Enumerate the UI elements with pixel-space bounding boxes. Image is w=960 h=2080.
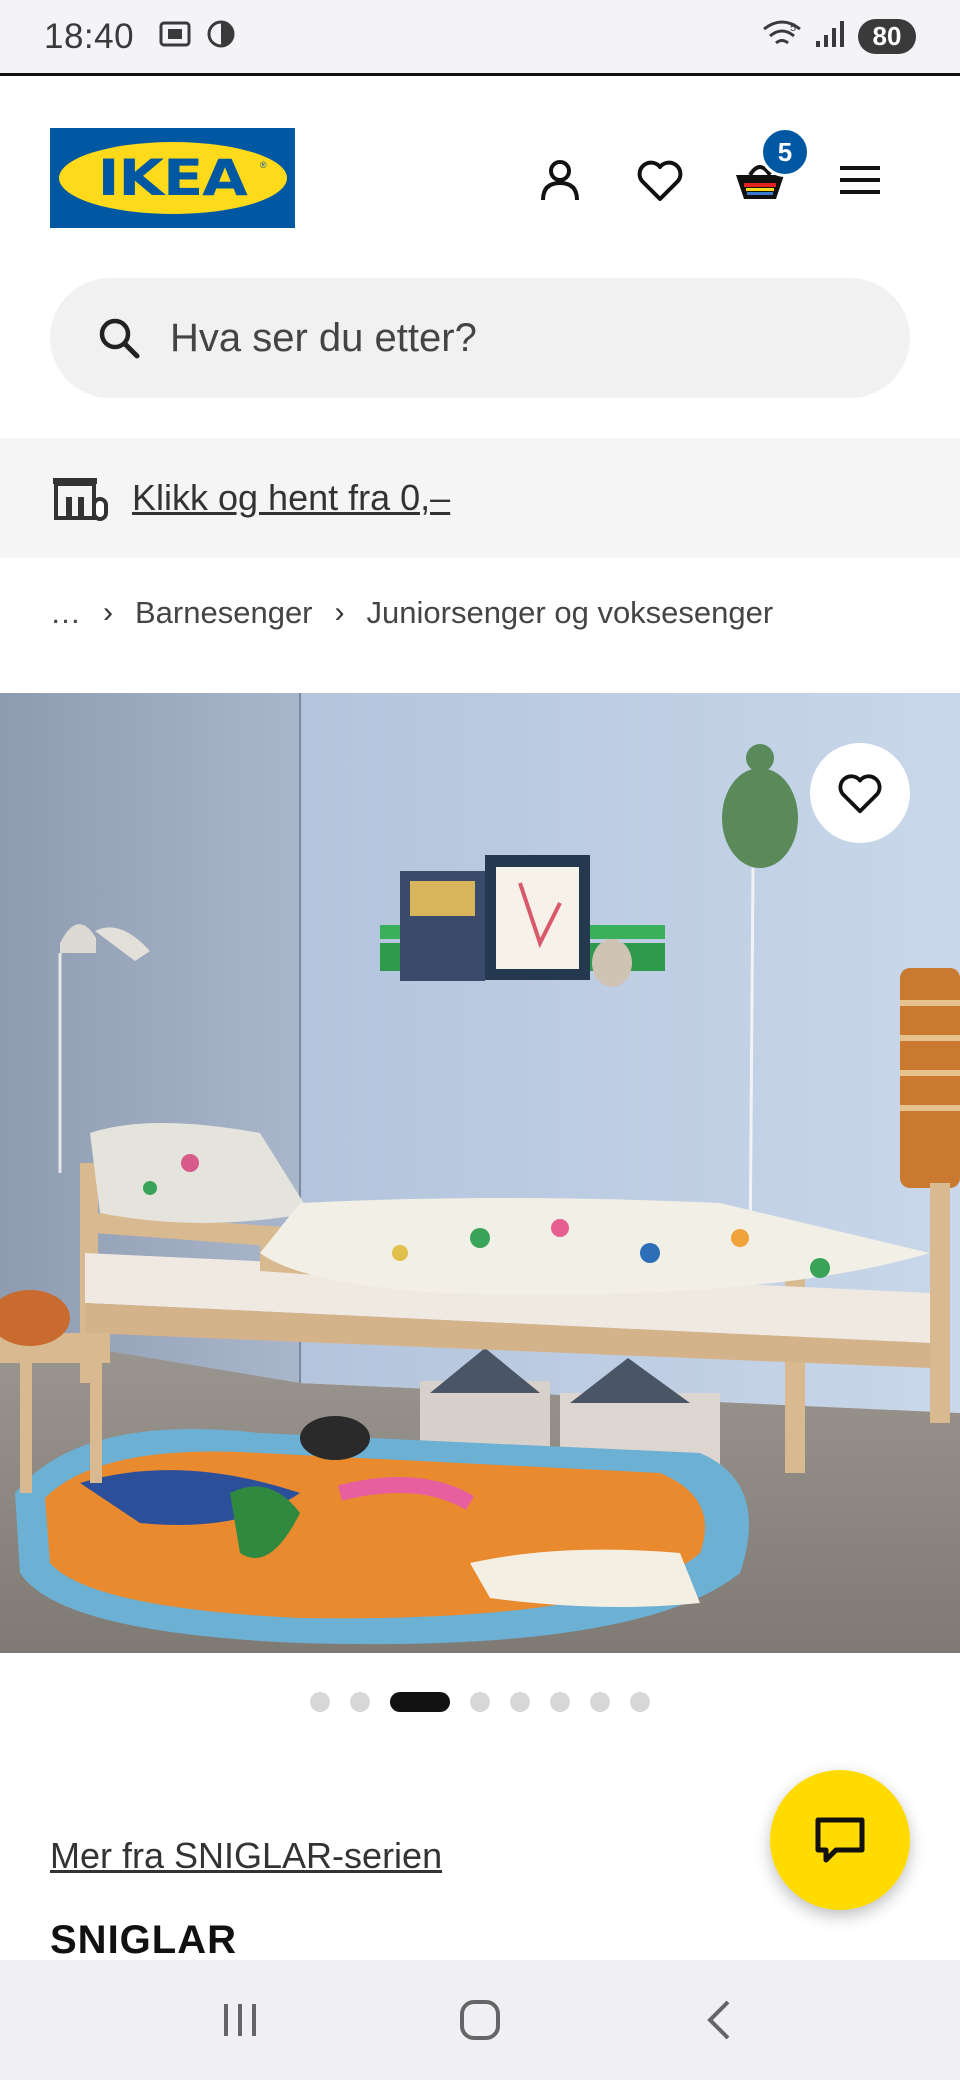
search-icon xyxy=(99,318,140,359)
chat-button[interactable] xyxy=(770,1770,910,1910)
menu-button[interactable] xyxy=(830,150,890,210)
search-placeholder: Hva ser du etter? xyxy=(170,315,477,360)
breadcrumb-item-juniorsenger[interactable]: Juniorsenger og voksesenger xyxy=(367,595,774,631)
carousel-dot[interactable] xyxy=(310,1692,330,1712)
system-nav-bar xyxy=(0,1960,960,2080)
account-button[interactable] xyxy=(530,150,590,210)
carousel-dot[interactable] xyxy=(550,1692,570,1712)
carousel-dot[interactable] xyxy=(630,1692,650,1712)
product-title: SNIGLAR xyxy=(50,1918,237,1962)
home-icon xyxy=(460,2000,500,2040)
chat-icon xyxy=(815,1817,865,1863)
breadcrumb-item-barnesenger[interactable]: Barnesenger xyxy=(135,595,313,631)
carousel-dot[interactable] xyxy=(470,1692,490,1712)
series-link[interactable]: Mer fra SNIGLAR-serien xyxy=(50,1835,442,1877)
click-collect-link[interactable]: Klikk og hent fra 0,– xyxy=(132,477,450,519)
site-header: IKEA ® xyxy=(0,79,960,269)
screenshot-icon xyxy=(158,17,192,56)
status-time: 18:40 xyxy=(44,16,135,56)
product-image[interactable] xyxy=(0,693,960,1653)
click-collect-banner: Klikk og hent fra 0,– xyxy=(0,438,960,558)
wishlist-button[interactable] xyxy=(630,150,690,210)
search-input[interactable]: Hva ser du etter? xyxy=(50,278,910,398)
carousel-dot[interactable] xyxy=(510,1692,530,1712)
status-left-icons xyxy=(158,17,236,56)
wifi-icon: 5 xyxy=(760,17,804,56)
recent-apps-button[interactable] xyxy=(200,1980,280,2060)
breadcrumb-ellipsis[interactable]: … xyxy=(50,595,81,631)
status-bar: 18:40 5 80 xyxy=(0,0,960,76)
save-to-favorites-button[interactable] xyxy=(810,743,910,843)
wifi-label: 5 xyxy=(790,22,796,34)
store-pickup-icon xyxy=(53,478,108,521)
carousel-dot[interactable] xyxy=(350,1692,370,1712)
breadcrumb: … › Barnesenger › Juniorsenger og vokses… xyxy=(50,588,773,638)
menu-icon xyxy=(840,166,880,194)
logo-registered-mark: ® xyxy=(259,160,267,170)
chevron-right-icon: › xyxy=(334,596,345,629)
logo-text: IKEA xyxy=(98,149,248,207)
back-button[interactable] xyxy=(680,1980,760,2060)
data-saver-icon xyxy=(206,19,236,54)
cart-count-badge: 5 xyxy=(760,127,810,177)
heart-icon xyxy=(838,774,882,814)
carousel-dots xyxy=(0,1690,960,1714)
status-right: 5 80 xyxy=(760,17,916,56)
ikea-logo[interactable]: IKEA ® xyxy=(50,128,295,228)
account-icon xyxy=(541,160,579,201)
carousel-dot[interactable] xyxy=(590,1692,610,1712)
logo-ellipse: IKEA ® xyxy=(58,142,287,214)
recent-apps-icon xyxy=(224,2004,256,2036)
heart-icon xyxy=(637,160,683,201)
back-icon xyxy=(707,2000,730,2040)
battery-indicator: 80 xyxy=(858,19,916,54)
carousel-dot-active[interactable] xyxy=(390,1692,450,1712)
home-button[interactable] xyxy=(440,1980,520,2060)
signal-icon xyxy=(814,19,848,54)
chevron-right-icon: › xyxy=(103,596,113,629)
